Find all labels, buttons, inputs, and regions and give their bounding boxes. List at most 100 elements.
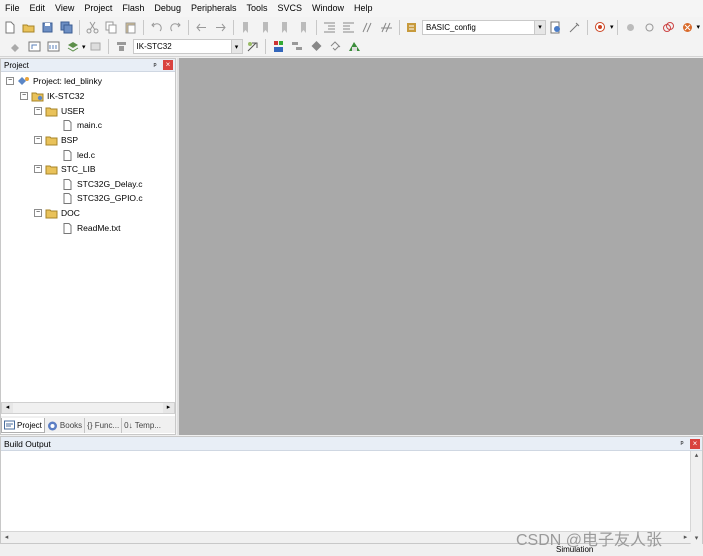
collapse-icon[interactable]: − (34, 136, 42, 144)
menu-svcs[interactable]: SVCS (273, 0, 308, 17)
menu-edit[interactable]: Edit (25, 0, 51, 17)
scroll-right-icon[interactable]: ▸ (163, 403, 174, 413)
menu-view[interactable]: View (50, 0, 79, 17)
rebuild-icon[interactable] (45, 38, 62, 55)
menu-window[interactable]: Window (307, 0, 349, 17)
tree-item-file[interactable]: main.c (61, 119, 102, 131)
menu-flash[interactable]: Flash (117, 0, 149, 17)
new-file-icon[interactable] (1, 19, 18, 36)
disable-breakpoints-icon[interactable] (660, 19, 677, 36)
indent-icon[interactable] (321, 19, 338, 36)
bookmark-next-icon[interactable] (276, 19, 293, 36)
tab-label: Books (59, 421, 83, 430)
manage-components-icon[interactable] (289, 38, 306, 55)
chevron-down-icon[interactable]: ▾ (697, 23, 701, 31)
kill-breakpoints-icon[interactable] (679, 19, 696, 36)
collapse-icon[interactable]: − (20, 92, 28, 100)
redo-icon[interactable] (167, 19, 184, 36)
uncomment-icon[interactable] (378, 19, 395, 36)
bookmark-icon[interactable] (238, 19, 255, 36)
comment-icon[interactable] (359, 19, 376, 36)
tab-project[interactable]: Project (1, 418, 45, 433)
build-output-text[interactable] (3, 453, 683, 529)
build-icon[interactable] (26, 38, 43, 55)
run-script-icon[interactable] (346, 38, 363, 55)
file-extensions-icon[interactable] (270, 38, 287, 55)
enable-breakpoint-icon[interactable] (641, 19, 658, 36)
bookmark-clear-icon[interactable] (295, 19, 312, 36)
scroll-left-icon[interactable]: ◂ (1, 532, 12, 543)
project-hscrollbar[interactable]: ◂ ▸ (1, 402, 175, 414)
chevron-down-icon[interactable]: ▾ (82, 43, 86, 51)
build-vscrollbar[interactable]: ▴ ▾ (690, 451, 702, 544)
nav-back-icon[interactable] (193, 19, 210, 36)
menu-help[interactable]: Help (349, 0, 378, 17)
collapse-icon[interactable]: − (34, 107, 42, 115)
tab-label: Project (17, 420, 42, 430)
menu-debug[interactable]: Debug (149, 0, 186, 17)
scroll-left-icon[interactable]: ◂ (2, 403, 13, 413)
tree-item-file[interactable]: STC32G_Delay.c (61, 178, 143, 190)
scroll-right-icon[interactable]: ▸ (680, 532, 691, 543)
tab-templates[interactable]: 0↓ Temp... (122, 418, 163, 433)
tree-item-label: Project: led_blinky (33, 76, 102, 86)
undo-icon[interactable] (148, 19, 165, 36)
tree-item-file[interactable]: led.c (61, 149, 95, 161)
chevron-down-icon[interactable]: ▾ (610, 23, 614, 31)
tree-item-folder-user[interactable]: − USER (34, 105, 85, 117)
project-panel-tabs: Project Books {} Func... 0↓ Temp... (1, 416, 175, 433)
stop-build-icon[interactable] (87, 38, 104, 55)
menu-peripherals[interactable]: Peripherals (186, 0, 242, 17)
scroll-down-icon[interactable]: ▾ (691, 534, 702, 544)
save-icon[interactable] (39, 19, 56, 36)
menu-file[interactable]: File (0, 0, 25, 17)
collapse-icon[interactable]: − (6, 77, 14, 85)
insert-breakpoint-icon[interactable] (622, 19, 639, 36)
pin-icon[interactable]: ᵖ (677, 439, 687, 448)
tree-item-file[interactable]: ReadMe.txt (61, 222, 120, 234)
target-options-icon[interactable] (244, 38, 261, 55)
tree-item-folder-doc[interactable]: − DOC (34, 207, 80, 219)
paste-icon[interactable] (122, 19, 139, 36)
tree-item-folder-stc-lib[interactable]: − STC_LIB (34, 163, 96, 175)
editor-area[interactable] (177, 58, 703, 435)
unindent-icon[interactable] (340, 19, 357, 36)
tree-item-target[interactable]: − IK-STC32 (20, 90, 84, 102)
copy-icon[interactable] (103, 19, 120, 36)
save-all-icon[interactable] (58, 19, 75, 36)
tree-item-label: USER (61, 106, 85, 116)
scroll-up-icon[interactable]: ▴ (691, 451, 702, 461)
tab-functions[interactable]: {} Func... (85, 418, 123, 433)
tab-books[interactable]: Books (45, 418, 86, 433)
batch-build-icon[interactable] (64, 38, 81, 55)
translate-icon[interactable] (7, 38, 24, 55)
find-in-files-icon[interactable] (404, 19, 421, 36)
build-output-title: Build Output (4, 438, 51, 449)
nav-forward-icon[interactable] (212, 19, 229, 36)
menu-tools[interactable]: Tools (241, 0, 272, 17)
tree-item-file[interactable]: STC32G_GPIO.c (61, 192, 143, 204)
download-icon[interactable] (113, 38, 130, 55)
chevron-down-icon[interactable]: ▾ (230, 40, 242, 53)
close-icon[interactable]: × (163, 60, 173, 70)
collapse-icon[interactable]: − (34, 209, 42, 217)
pin-icon[interactable]: ᵖ (150, 61, 160, 70)
chevron-down-icon[interactable]: ▾ (534, 20, 545, 34)
target-dropdown[interactable]: IK-STC32 ▾ (132, 39, 243, 54)
open-folder-icon[interactable] (20, 19, 37, 36)
collapse-icon[interactable]: − (34, 165, 42, 173)
menu-project[interactable]: Project (79, 0, 117, 17)
bookmark-prev-icon[interactable] (257, 19, 274, 36)
cut-icon[interactable] (84, 19, 101, 36)
select-packs-icon[interactable] (327, 38, 344, 55)
toolbar-separator (264, 39, 266, 54)
menu-bar: File Edit View Project Flash Debug Perip… (0, 0, 703, 17)
tree-item-folder-bsp[interactable]: − BSP (34, 134, 78, 146)
tree-item-project[interactable]: − Project: led_blinky (6, 75, 102, 87)
config-dropdown[interactable]: BASIC_config ▾ (422, 19, 546, 35)
debug-session-icon[interactable] (592, 19, 609, 36)
incremental-find-icon[interactable] (566, 19, 583, 36)
pack-installer-icon[interactable] (308, 38, 325, 55)
close-icon[interactable]: × (690, 438, 700, 449)
find-icon[interactable] (547, 19, 564, 36)
